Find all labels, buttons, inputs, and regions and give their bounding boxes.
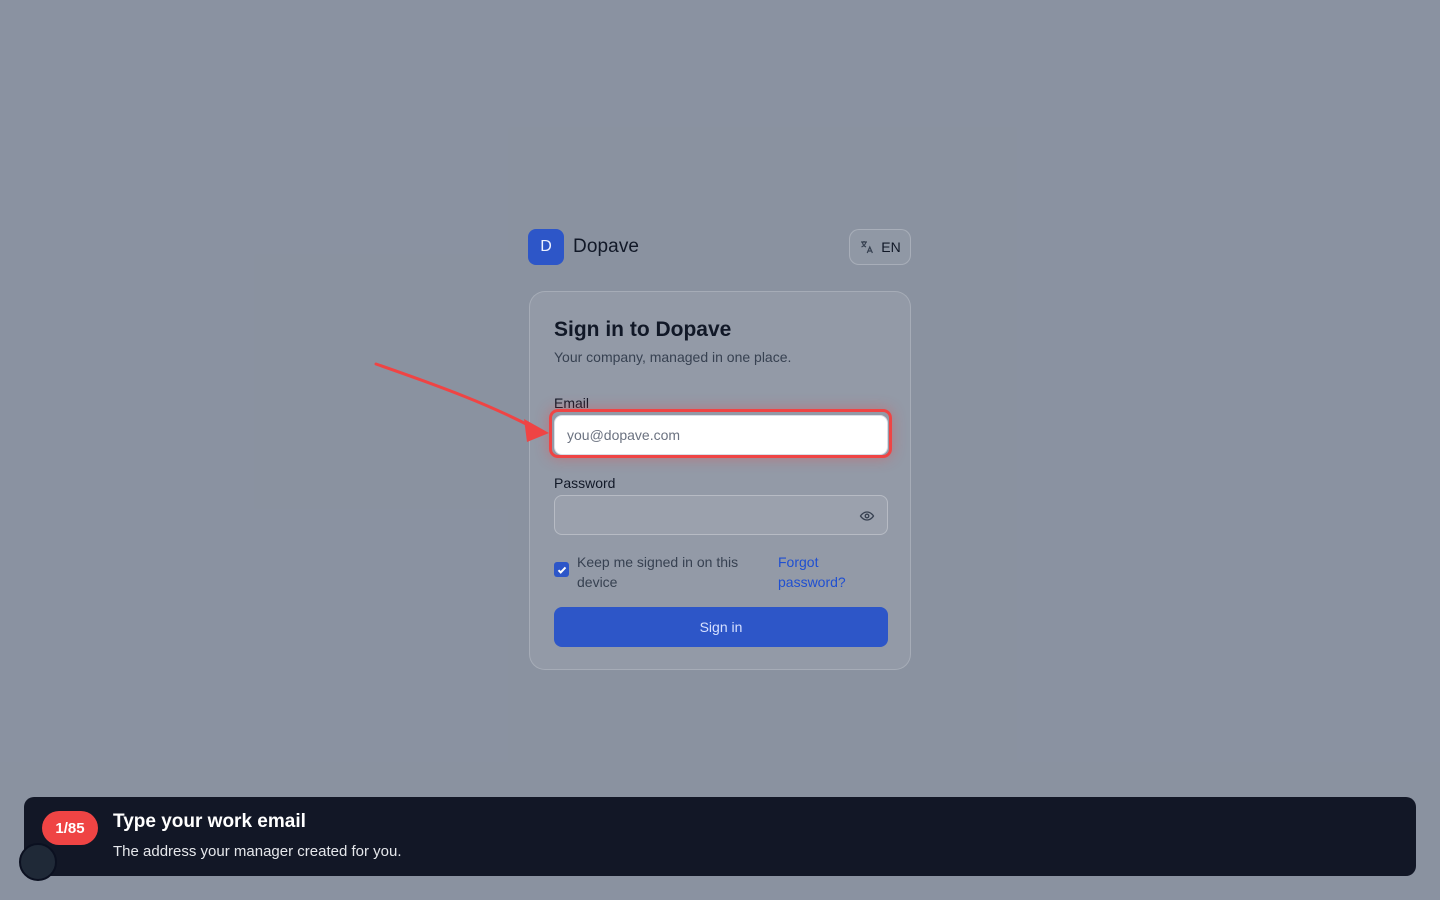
password-input[interactable] bbox=[555, 496, 887, 534]
sign-in-card: Sign in to Dopave Your company, managed … bbox=[529, 291, 911, 670]
sign-in-button[interactable]: Sign in bbox=[554, 607, 888, 647]
brand-logo: D bbox=[528, 229, 564, 265]
page-title: Sign in to Dopave bbox=[554, 318, 732, 341]
eye-icon[interactable] bbox=[859, 508, 875, 524]
keep-signed-in-label: Keep me signed in on this device bbox=[577, 554, 739, 590]
page-subtitle: Your company, managed in one place. bbox=[554, 349, 792, 365]
brand: D Dopave bbox=[528, 229, 639, 265]
step-badge: 1/85 bbox=[42, 811, 98, 845]
tour-guide-bar: 1/85 Type your work email The address yo… bbox=[24, 797, 1416, 876]
language-code: EN bbox=[881, 239, 901, 255]
guide-subtitle: The address your manager created for you… bbox=[113, 843, 402, 860]
email-label: Email bbox=[554, 395, 590, 411]
keep-signed-in-row: Keep me signed in on this device Forgot … bbox=[554, 550, 888, 590]
brand-name: Dopave bbox=[573, 236, 640, 257]
password-label: Password bbox=[554, 475, 616, 491]
forgot-password-link[interactable]: Forgot password? bbox=[778, 552, 868, 592]
language-button[interactable]: EN bbox=[849, 229, 911, 265]
guide-title: Type your work email bbox=[113, 811, 306, 832]
translate-icon bbox=[859, 239, 875, 255]
keep-signed-in-checkbox[interactable] bbox=[554, 562, 569, 577]
password-field[interactable] bbox=[554, 495, 888, 535]
email-input[interactable] bbox=[554, 415, 888, 455]
avatar[interactable] bbox=[19, 843, 57, 881]
